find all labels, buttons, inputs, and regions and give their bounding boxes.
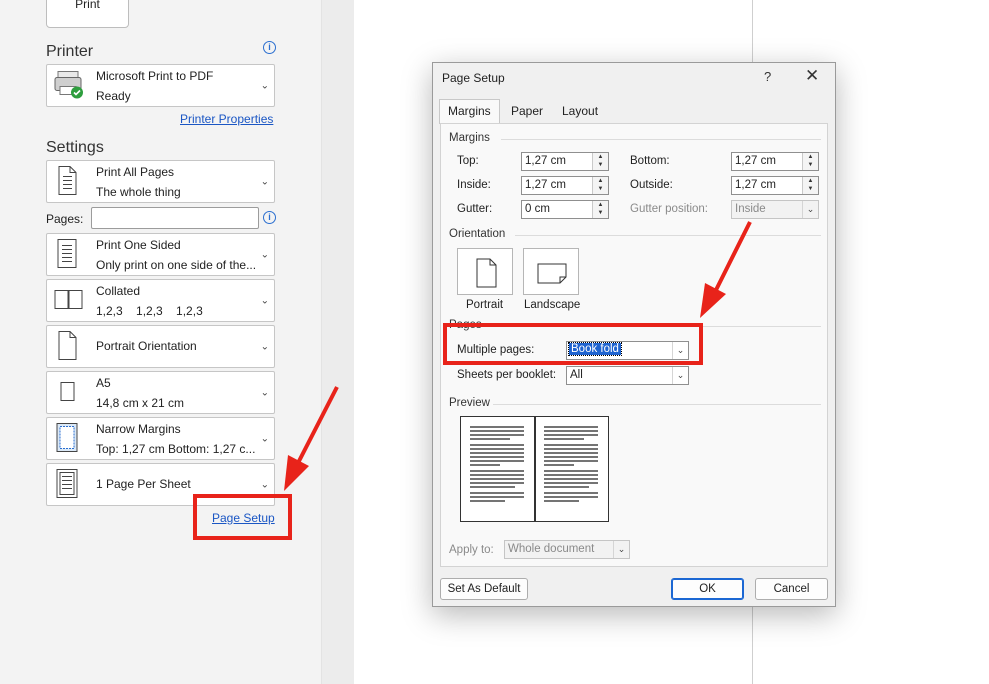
annotation-arrow-left (284, 386, 339, 491)
annotation-arrows (284, 221, 752, 491)
annotation-arrow-right (700, 221, 752, 318)
